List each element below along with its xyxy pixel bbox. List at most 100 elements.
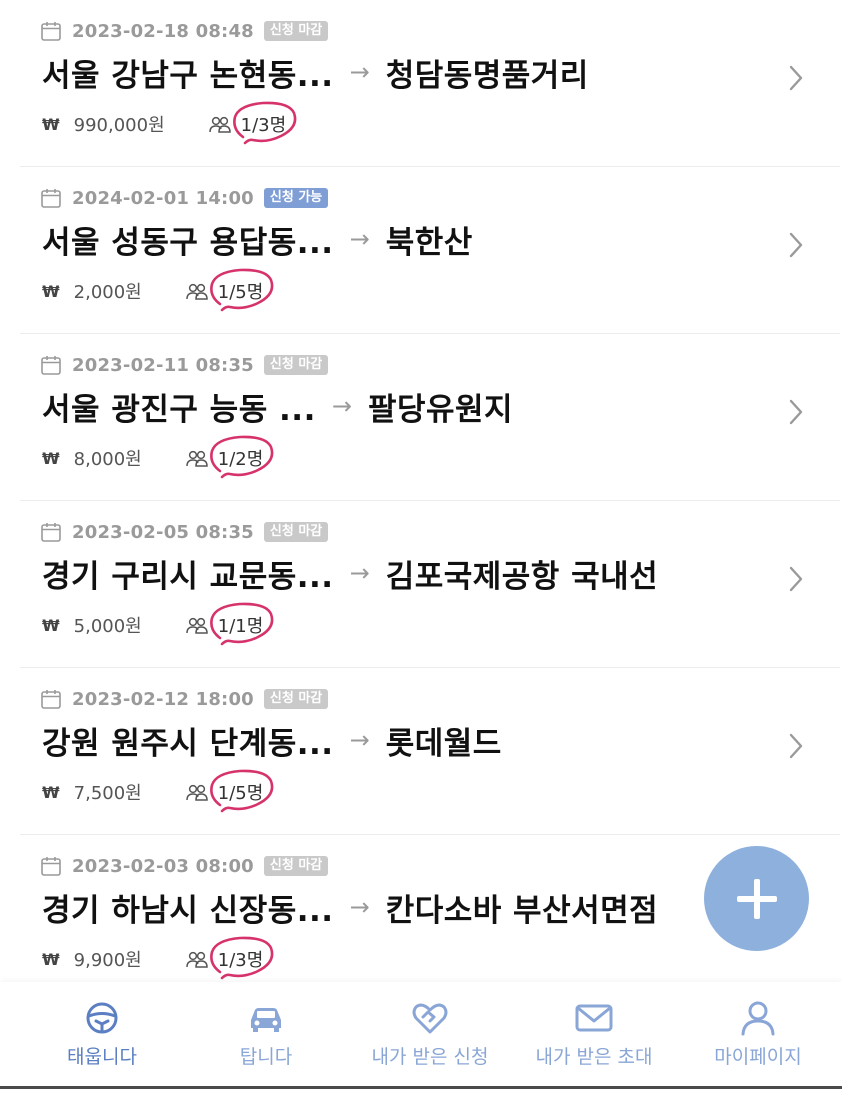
person-icon <box>741 1001 775 1036</box>
passenger-count: 1/2명 <box>217 449 264 470</box>
ride-info: ₩ 5,000원 1/1명 <box>42 602 274 646</box>
ride-info: ₩ 8,000원 1/2명 <box>42 435 274 479</box>
ride-meta: 2023-02-05 08:35 신청 마감 <box>40 521 329 543</box>
origin-text: 강원 원주시 단계동... <box>42 725 334 762</box>
ride-info: ₩ 2,000원 1/5명 <box>42 268 274 312</box>
ride-meta: 2023-02-12 18:00 신청 마감 <box>40 688 329 710</box>
ride-price: 8,000원 <box>73 449 142 470</box>
people-icon <box>186 617 208 634</box>
origin-text: 경기 하남시 신장동... <box>42 892 334 929</box>
passenger-count-wrap: 1/1명 <box>209 602 274 646</box>
route-arrow-icon: → <box>331 392 352 420</box>
passenger-count: 1/5명 <box>217 282 264 303</box>
ride-meta: 2023-02-03 08:00 신청 마감 <box>40 855 329 877</box>
nav-tab-received-requests[interactable]: 내가 받은 신청 <box>346 982 514 1086</box>
status-badge: 신청 마감 <box>263 856 329 876</box>
steering-wheel-icon <box>86 1002 118 1034</box>
envelope-icon <box>575 1004 613 1032</box>
ride-meta: 2024-02-01 14:00 신청 가능 <box>40 187 329 209</box>
people-icon <box>186 784 208 801</box>
route-arrow-icon: → <box>349 58 370 86</box>
passenger-count-wrap: 1/2명 <box>209 435 274 479</box>
calendar-icon <box>41 857 61 876</box>
ride-list-item[interactable]: 2023-02-11 08:35 신청 마감 서울 광진구 능동 ... → 팔… <box>20 334 840 501</box>
nav-tab-taeumnida[interactable]: 태웁니다 <box>18 982 186 1086</box>
add-ride-button[interactable] <box>704 846 809 951</box>
ride-list-item[interactable]: 2023-02-12 18:00 신청 마감 강원 원주시 단계동... → 롯… <box>20 668 840 835</box>
route-arrow-icon: → <box>349 726 370 754</box>
origin-text: 서울 성동구 용답동... <box>42 224 334 261</box>
nav-tab-mypage[interactable]: 마이페이지 <box>674 982 842 1086</box>
people-icon <box>186 283 208 300</box>
plus-icon <box>736 878 777 919</box>
calendar-icon <box>41 22 61 41</box>
ride-info: ₩ 9,900원 1/3명 <box>42 936 274 980</box>
nav-label: 태웁니다 <box>67 1046 137 1068</box>
nav-tab-received-invitations[interactable]: 내가 받은 초대 <box>510 982 678 1086</box>
status-badge: 신청 마감 <box>263 21 329 41</box>
calendar-icon <box>41 356 61 375</box>
destination-text: 칸다소바 부산서면점 <box>385 892 659 929</box>
ride-list-item[interactable]: 2023-02-18 08:48 신청 마감 서울 강남구 논현동... → 청… <box>20 0 840 167</box>
ride-list-screen: 2023-02-18 08:48 신청 마감 서울 강남구 논현동... → 청… <box>0 0 842 1098</box>
ride-price: 2,000원 <box>73 282 142 303</box>
passenger-count: 1/1명 <box>217 616 264 637</box>
ride-date: 2023-02-12 18:00 <box>72 688 254 710</box>
ride-route: 강원 원주시 단계동... → 롯데월드 <box>42 719 502 762</box>
ride-route: 경기 구리시 교문동... → 김포국제공항 국내선 <box>42 552 658 595</box>
people-icon <box>208 116 231 133</box>
bottom-navigation: 태웁니다 탑니다 내가 받은 신청 내가 받은 초대 마이페이지 <box>0 982 842 1086</box>
origin-text: 서울 강남구 논현동... <box>42 57 334 94</box>
passenger-count-wrap: 1/5명 <box>209 268 274 312</box>
status-badge: 신청 마감 <box>263 689 329 709</box>
calendar-icon <box>41 189 61 208</box>
status-badge: 신청 마감 <box>263 355 329 375</box>
calendar-icon <box>41 523 61 542</box>
passenger-count: 1/3명 <box>217 950 264 971</box>
ride-route: 서울 성동구 용답동... → 북한산 <box>42 218 473 261</box>
chevron-right-icon <box>789 232 803 258</box>
status-badge: 신청 가능 <box>263 188 329 208</box>
ride-meta: 2023-02-18 08:48 신청 마감 <box>40 20 329 42</box>
route-arrow-icon: → <box>349 559 370 587</box>
nav-label: 마이페이지 <box>714 1046 802 1068</box>
ride-price: 7,500원 <box>73 783 142 804</box>
people-icon <box>186 450 208 467</box>
origin-text: 서울 광진구 능동 ... <box>42 391 316 428</box>
won-currency-icon: ₩ <box>42 949 60 969</box>
ride-list-item[interactable]: 2023-02-05 08:35 신청 마감 경기 구리시 교문동... → 김… <box>20 501 840 668</box>
ride-route: 서울 광진구 능동 ... → 팔당유원지 <box>42 385 514 428</box>
car-icon <box>251 1008 281 1032</box>
won-currency-icon: ₩ <box>42 281 60 301</box>
chevron-right-icon <box>789 733 803 759</box>
ride-route: 서울 강남구 논현동... → 청담동명품거리 <box>42 51 589 94</box>
won-currency-icon: ₩ <box>42 114 60 134</box>
system-bottom-bar <box>0 1086 842 1098</box>
chevron-right-icon <box>789 65 803 91</box>
passenger-count: 1/3명 <box>240 115 287 136</box>
ride-date: 2024-02-01 14:00 <box>72 187 254 209</box>
ride-date: 2023-02-18 08:48 <box>72 20 254 42</box>
won-currency-icon: ₩ <box>42 448 60 468</box>
ride-date: 2023-02-03 08:00 <box>72 855 254 877</box>
ride-price: 990,000원 <box>73 115 165 136</box>
ride-route: 경기 하남시 신장동... → 칸다소바 부산서면점 <box>42 886 659 929</box>
ride-list-item[interactable]: 2024-02-01 14:00 신청 가능 서울 성동구 용답동... → 북… <box>20 167 840 334</box>
passenger-count-wrap: 1/5명 <box>209 769 274 813</box>
destination-text: 북한산 <box>385 224 473 261</box>
nav-label: 내가 받은 신청 <box>371 1046 489 1068</box>
ride-info: ₩ 7,500원 1/5명 <box>42 769 274 813</box>
status-badge: 신청 마감 <box>263 522 329 542</box>
destination-text: 롯데월드 <box>385 725 502 762</box>
won-currency-icon: ₩ <box>42 782 60 802</box>
nav-tab-tamnida[interactable]: 탑니다 <box>182 982 350 1086</box>
nav-label: 탑니다 <box>239 1046 293 1068</box>
destination-text: 팔당유원지 <box>367 391 514 428</box>
passenger-count-wrap: 1/3명 <box>209 936 274 980</box>
won-currency-icon: ₩ <box>42 615 60 635</box>
origin-text: 경기 구리시 교문동... <box>42 558 334 595</box>
passenger-count-wrap: 1/3명 <box>232 101 297 145</box>
passenger-count: 1/5명 <box>217 783 264 804</box>
ride-price: 5,000원 <box>73 616 142 637</box>
people-icon <box>186 951 208 968</box>
